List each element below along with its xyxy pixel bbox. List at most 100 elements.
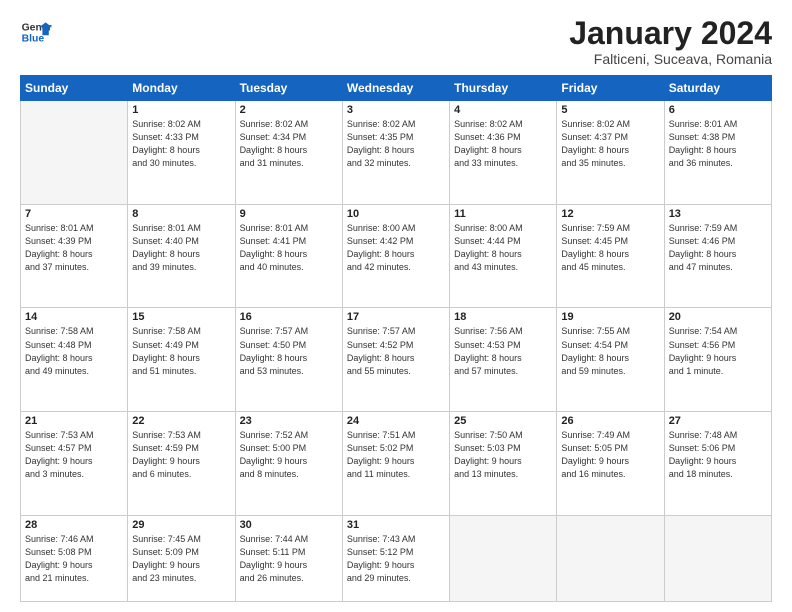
table-row: 25 Sunrise: 7:50 AMSunset: 5:03 PMDayligh… [450,412,557,516]
header-sunday: Sunday [21,76,128,101]
day-number: 4 [454,104,552,116]
day-info: Sunrise: 7:55 AMSunset: 4:54 PMDaylight:… [561,325,659,377]
day-info: Sunrise: 8:02 AMSunset: 4:37 PMDaylight:… [561,118,659,170]
day-info: Sunrise: 8:01 AMSunset: 4:41 PMDaylight:… [240,222,338,274]
day-info: Sunrise: 7:45 AMSunset: 5:09 PMDaylight:… [132,533,230,585]
day-info: Sunrise: 7:48 AMSunset: 5:06 PMDaylight:… [669,429,767,481]
day-number: 13 [669,208,767,220]
day-info: Sunrise: 7:53 AMSunset: 4:57 PMDaylight:… [25,429,123,481]
calendar-week-row: 14 Sunrise: 7:58 AMSunset: 4:48 PMDayligh… [21,308,772,412]
day-number: 10 [347,208,445,220]
table-row: 22 Sunrise: 7:53 AMSunset: 4:59 PMDayligh… [128,412,235,516]
table-row: 29 Sunrise: 7:45 AMSunset: 5:09 PMDayligh… [128,515,235,601]
day-info: Sunrise: 7:57 AMSunset: 4:52 PMDaylight:… [347,325,445,377]
table-row: 19 Sunrise: 7:55 AMSunset: 4:54 PMDayligh… [557,308,664,412]
day-info: Sunrise: 7:46 AMSunset: 5:08 PMDaylight:… [25,533,123,585]
table-row: 21 Sunrise: 7:53 AMSunset: 4:57 PMDayligh… [21,412,128,516]
day-info: Sunrise: 7:52 AMSunset: 5:00 PMDaylight:… [240,429,338,481]
day-number: 5 [561,104,659,116]
table-row: 4 Sunrise: 8:02 AMSunset: 4:36 PMDaylight… [450,101,557,205]
table-row: 24Sunrise: 7:51 AMSunset: 5:02 PMDayligh… [342,412,449,516]
day-number: 1 [132,104,230,116]
table-row: 2 Sunrise: 8:02 AMSunset: 4:34 PMDaylight… [235,101,342,205]
day-number: 26 [561,415,659,427]
day-number: 31 [347,519,445,531]
table-row: 7 Sunrise: 8:01 AMSunset: 4:39 PMDaylight… [21,204,128,308]
table-row [450,515,557,601]
day-info: Sunrise: 8:02 AMSunset: 4:33 PMDaylight:… [132,118,230,170]
day-info: Sunrise: 7:44 AMSunset: 5:11 PMDaylight:… [240,533,338,585]
table-row: 18 Sunrise: 7:56 AMSunset: 4:53 PMDayligh… [450,308,557,412]
day-info: Sunrise: 8:01 AMSunset: 4:40 PMDaylight:… [132,222,230,274]
day-info: Sunrise: 7:56 AMSunset: 4:53 PMDaylight:… [454,325,552,377]
day-number: 17 [347,311,445,323]
calendar-week-row: 21 Sunrise: 7:53 AMSunset: 4:57 PMDayligh… [21,412,772,516]
table-row: 8 Sunrise: 8:01 AMSunset: 4:40 PMDaylight… [128,204,235,308]
header-friday: Friday [557,76,664,101]
day-number: 25 [454,415,552,427]
header-wednesday: Wednesday [342,76,449,101]
day-number: 27 [669,415,767,427]
day-number: 7 [25,208,123,220]
day-number: 20 [669,311,767,323]
day-info: Sunrise: 8:02 AMSunset: 4:34 PMDaylight:… [240,118,338,170]
table-row: 5 Sunrise: 8:02 AMSunset: 4:37 PMDaylight… [557,101,664,205]
main-title: January 2024 [569,16,772,51]
day-number: 9 [240,208,338,220]
calendar-week-row: 1 Sunrise: 8:02 AMSunset: 4:33 PMDaylight… [21,101,772,205]
day-info: Sunrise: 7:53 AMSunset: 4:59 PMDaylight:… [132,429,230,481]
table-row [557,515,664,601]
table-row: 14 Sunrise: 7:58 AMSunset: 4:48 PMDayligh… [21,308,128,412]
table-row: 15Sunrise: 7:58 AMSunset: 4:49 PMDayligh… [128,308,235,412]
table-row: 28 Sunrise: 7:46 AMSunset: 5:08 PMDayligh… [21,515,128,601]
day-number: 23 [240,415,338,427]
calendar-header-row: Sunday Monday Tuesday Wednesday Thursday… [21,76,772,101]
day-number: 18 [454,311,552,323]
header-tuesday: Tuesday [235,76,342,101]
day-info: Sunrise: 7:54 AMSunset: 4:56 PMDaylight:… [669,325,767,377]
svg-text:Blue: Blue [22,34,45,45]
day-number: 6 [669,104,767,116]
day-number: 2 [240,104,338,116]
day-number: 16 [240,311,338,323]
day-number: 22 [132,415,230,427]
table-row: 26Sunrise: 7:49 AMSunset: 5:05 PMDayligh… [557,412,664,516]
calendar-week-row: 7 Sunrise: 8:01 AMSunset: 4:39 PMDaylight… [21,204,772,308]
day-info: Sunrise: 8:01 AMSunset: 4:39 PMDaylight:… [25,222,123,274]
day-info: Sunrise: 8:02 AMSunset: 4:35 PMDaylight:… [347,118,445,170]
day-number: 30 [240,519,338,531]
table-row: 3Sunrise: 8:02 AMSunset: 4:35 PMDaylight… [342,101,449,205]
day-number: 8 [132,208,230,220]
day-info: Sunrise: 8:01 AMSunset: 4:38 PMDaylight:… [669,118,767,170]
table-row: 17 Sunrise: 7:57 AMSunset: 4:52 PMDayligh… [342,308,449,412]
day-number: 19 [561,311,659,323]
table-row: 16 Sunrise: 7:57 AMSunset: 4:50 PMDayligh… [235,308,342,412]
day-number: 12 [561,208,659,220]
day-info: Sunrise: 7:59 AMSunset: 4:46 PMDaylight:… [669,222,767,274]
day-info: Sunrise: 7:57 AMSunset: 4:50 PMDaylight:… [240,325,338,377]
table-row: 12Sunrise: 7:59 AMSunset: 4:45 PMDayligh… [557,204,664,308]
table-row: 1 Sunrise: 8:02 AMSunset: 4:33 PMDaylight… [128,101,235,205]
table-row: 20 Sunrise: 7:54 AMSunset: 4:56 PMDayligh… [664,308,771,412]
table-row: 13 Sunrise: 7:59 AMSunset: 4:46 PMDayligh… [664,204,771,308]
page: General Blue January 2024 Falticeni, Suc… [0,0,792,612]
day-number: 24 [347,415,445,427]
subtitle: Falticeni, Suceava, Romania [569,51,772,67]
day-number: 21 [25,415,123,427]
header-thursday: Thursday [450,76,557,101]
day-number: 14 [25,311,123,323]
day-info: Sunrise: 7:50 AMSunset: 5:03 PMDaylight:… [454,429,552,481]
day-number: 29 [132,519,230,531]
day-info: Sunrise: 7:58 AMSunset: 4:49 PMDaylight:… [132,325,230,377]
day-number: 28 [25,519,123,531]
day-info: Sunrise: 7:58 AMSunset: 4:48 PMDaylight:… [25,325,123,377]
table-row: 27 Sunrise: 7:48 AMSunset: 5:06 PMDayligh… [664,412,771,516]
day-info: Sunrise: 8:02 AMSunset: 4:36 PMDaylight:… [454,118,552,170]
header-saturday: Saturday [664,76,771,101]
day-info: Sunrise: 8:00 AMSunset: 4:42 PMDaylight:… [347,222,445,274]
table-row: 11Sunrise: 8:00 AMSunset: 4:44 PMDayligh… [450,204,557,308]
table-row [664,515,771,601]
logo-icon: General Blue [20,16,52,48]
table-row: 30 Sunrise: 7:44 AMSunset: 5:11 PMDayligh… [235,515,342,601]
day-info: Sunrise: 8:00 AMSunset: 4:44 PMDaylight:… [454,222,552,274]
